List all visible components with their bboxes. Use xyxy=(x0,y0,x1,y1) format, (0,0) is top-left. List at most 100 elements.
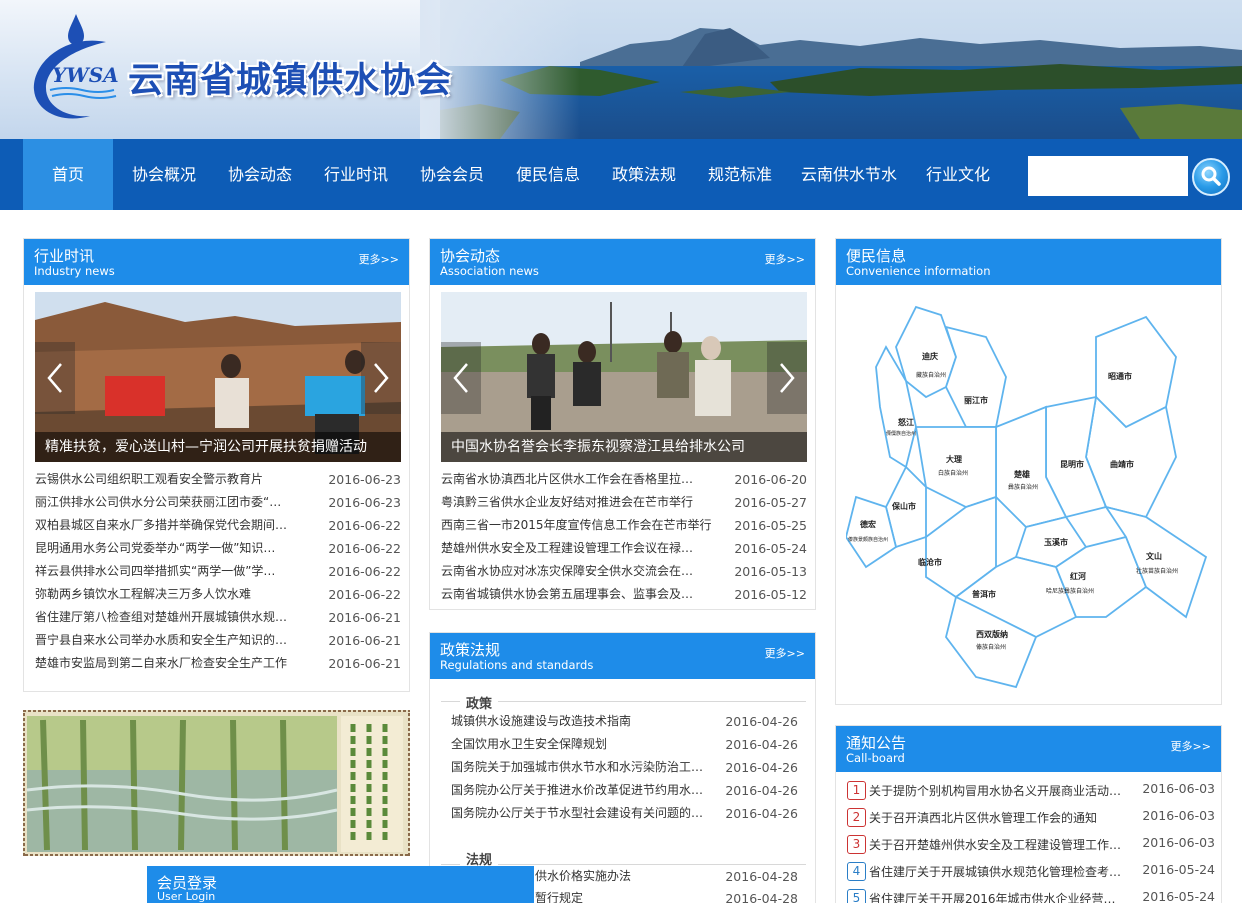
nav-association-news[interactable]: 协会动态 xyxy=(218,139,302,210)
list-item[interactable]: 3 关于召开楚雄州供水安全及工程建设管理工作… 2016-06-03 xyxy=(847,832,1215,859)
item-title: 昆明通用水务公司党委举办“两学一做”知识… xyxy=(35,541,276,555)
item-date: 2016-05-24 xyxy=(1142,862,1215,877)
list-item[interactable]: 昆明通用水务公司党委举办“两学一做”知识… 2016-06-22 xyxy=(35,537,401,560)
map-label: 文山 xyxy=(1146,551,1162,561)
item-title: 国务院办公厅关于推进水价改革促进节约用水… xyxy=(451,783,704,797)
nav-standards[interactable]: 规范标准 xyxy=(698,139,782,210)
list-item[interactable]: 弥勒两乡镇饮水工程解决三万多人饮水难 2016-06-22 xyxy=(35,583,401,606)
list-item[interactable]: 晋宁县自来水公司举办水质和安全生产知识的… 2016-06-21 xyxy=(35,629,401,652)
member-login-panel[interactable]: 会员登录 User Login xyxy=(147,866,534,903)
list-item[interactable]: 4 省住建厅关于开展城镇供水规范化管理检查考… 2016-05-24 xyxy=(847,859,1215,886)
item-date: 2016-06-20 xyxy=(734,472,807,487)
slide-next-button[interactable] xyxy=(767,342,807,414)
item-title: 全国饮用水卫生安全保障规划 xyxy=(451,737,608,751)
list-item[interactable]: 城镇供水设施建设与改造技术指南 2016-04-26 xyxy=(451,710,798,733)
slide-prev-button[interactable] xyxy=(441,342,481,414)
item-date: 2016-04-28 xyxy=(725,869,798,884)
culture-banner-image[interactable] xyxy=(23,710,410,856)
item-title: 楚雄州供水安全及工程建设管理工作会议在禄… xyxy=(441,541,694,555)
item-title: 供水价格实施办法 xyxy=(535,869,632,883)
map-label: 保山市 xyxy=(891,501,916,511)
list-item[interactable]: 1 关于提防个别机构冒用水协名义开展商业活动… 2016-06-03 xyxy=(847,778,1215,805)
search-input[interactable] xyxy=(1028,156,1188,196)
list-item[interactable]: 国务院办公厅关于节水型社会建设有关问题的… 2016-04-26 xyxy=(451,802,798,825)
nav-culture[interactable]: 行业文化 xyxy=(916,139,1000,210)
list-item[interactable]: 祥云县供排水公司四举措抓实“两学一做”学… 2016-06-22 xyxy=(35,560,401,583)
map-label: 玉溪市 xyxy=(1044,537,1068,547)
panel-subtitle: Convenience information xyxy=(846,264,991,278)
list-item[interactable]: 云南省水协滇西北片区供水工作会在香格里拉… 2016-06-20 xyxy=(441,468,807,491)
list-item[interactable]: 全国饮用水卫生安全保障规划 2016-04-26 xyxy=(451,733,798,756)
item-title: 西南三省一市2015年度宣传信息工作会在芒市举行 xyxy=(441,518,712,532)
nav-industry-news[interactable]: 行业时讯 xyxy=(314,139,398,210)
item-date: 2016-06-23 xyxy=(328,472,401,487)
more-link[interactable]: 更多>> xyxy=(359,251,399,267)
slide-caption[interactable]: 中国水协名誉会长李振东视察澄江县给排水公司 xyxy=(441,432,807,462)
search-button[interactable] xyxy=(1192,158,1230,196)
list-item[interactable]: 省住建厅第八检查组对楚雄州开展城镇供水规… 2016-06-21 xyxy=(35,606,401,629)
item-date: 2016-04-26 xyxy=(725,783,798,798)
chevron-left-icon xyxy=(453,363,468,393)
header-banner: YWSA 云南省城镇供水协会 xyxy=(0,0,1242,139)
list-item[interactable]: 云南省城镇供水协会第五届理事会、监事会及… 2016-05-12 xyxy=(441,583,807,606)
nav-policy[interactable]: 政策法规 xyxy=(602,139,686,210)
more-link[interactable]: 更多>> xyxy=(765,645,805,661)
map-label: 傣族景颇族自治州 xyxy=(848,536,888,543)
map-label: 迪庆 xyxy=(922,351,938,361)
panel-title: 通知公告 xyxy=(846,734,907,752)
map-label: 傣族自治州 xyxy=(976,643,1006,651)
list-item[interactable]: 2 关于召开滇西北片区供水管理工作会的通知 2016-06-03 xyxy=(847,805,1215,832)
item-number: 4 xyxy=(847,862,866,881)
list-item[interactable]: 云锡供水公司组织职工观看安全警示教育片 2016-06-23 xyxy=(35,468,401,491)
list-item[interactable]: 国务院关于加强城市供水节水和水污染防治工… 2016-04-26 xyxy=(451,756,798,779)
news-slideshow[interactable]: 中国水协名誉会长李振东视察澄江县给排水公司 xyxy=(441,292,807,462)
list-item[interactable]: 双柏县城区自来水厂多措并举确保党代会期间… 2016-06-22 xyxy=(35,514,401,537)
slide-next-button[interactable] xyxy=(361,342,401,414)
nav-members[interactable]: 协会会员 xyxy=(410,139,494,210)
item-title: 关于召开滇西北片区供水管理工作会的通知 xyxy=(869,811,1098,825)
main-nav: 首页 协会概况 协会动态 行业时讯 协会会员 便民信息 政策法规 规范标准 云南… xyxy=(0,139,1242,210)
item-title: 国务院办公厅关于节水型社会建设有关问题的… xyxy=(451,806,704,820)
map-label: 大理 xyxy=(946,454,962,464)
item-title: 云南省城镇供水协会第五届理事会、监事会及… xyxy=(441,587,694,601)
list-item[interactable]: 丽江供排水公司供水分公司荣获丽江团市委“… 2016-06-23 xyxy=(35,491,401,514)
more-link[interactable]: 更多>> xyxy=(765,251,805,267)
notice-panel: 通知公告 Call-board 更多>> 1 关于提防个别机构冒用水协名义开展商业… xyxy=(835,725,1222,903)
item-date: 2016-05-13 xyxy=(734,564,807,579)
nav-water-saving[interactable]: 云南供水节水 xyxy=(794,139,904,210)
chevron-right-icon xyxy=(374,363,389,393)
logo-text: YWSA xyxy=(52,63,119,87)
item-date: 2016-04-28 xyxy=(725,891,798,903)
panel-subtitle: Association news xyxy=(440,264,539,278)
list-item[interactable]: 云南省水协应对冰冻灾保障安全供水交流会在… 2016-05-13 xyxy=(441,560,807,583)
news-slideshow[interactable]: 精准扶贫，爱心送山村—宁润公司开展扶贫捐赠活动 xyxy=(35,292,401,462)
slide-prev-button[interactable] xyxy=(35,342,75,414)
panel-header: 协会动态 Association news 更多>> xyxy=(430,239,815,285)
map-label: 楚雄 xyxy=(1013,469,1030,479)
nav-convenience[interactable]: 便民信息 xyxy=(506,139,590,210)
panel-subtitle: Industry news xyxy=(34,264,115,278)
list-item[interactable]: 楚雄市安监局到第二自来水厂检查安全生产工作 2016-06-21 xyxy=(35,652,401,675)
nav-about[interactable]: 协会概况 xyxy=(122,139,206,210)
nav-home[interactable]: 首页 xyxy=(23,139,113,210)
item-date: 2016-06-21 xyxy=(328,656,401,671)
site-title: 云南省城镇供水协会 xyxy=(128,61,453,101)
panel-title: 协会动态 xyxy=(440,247,501,265)
item-date: 2016-04-26 xyxy=(725,806,798,821)
panel-header: 行业时讯 Industry news 更多>> xyxy=(24,239,409,285)
item-title: 云南省水协应对冰冻灾保障安全供水交流会在… xyxy=(441,564,694,578)
yunnan-map[interactable]: 迪庆 藏族自治州 丽江市 怒江 傈僳族自治州 大理 白族自治州 楚雄 彝族自治州… xyxy=(846,297,1216,697)
slide-caption[interactable]: 精准扶贫，爱心送山村—宁润公司开展扶贫捐赠活动 xyxy=(35,432,401,462)
item-title: 晋宁县自来水公司举办水质和安全生产知识的… xyxy=(35,633,288,647)
map-label: 德宏 xyxy=(860,519,876,529)
list-item[interactable]: 西南三省一市2015年度宣传信息工作会在芒市举行 2016-05-25 xyxy=(441,514,807,537)
item-date: 2016-06-21 xyxy=(328,633,401,648)
list-item[interactable]: 5 省住建厅关于开展2016年城市供水企业经营许… 2016-05-24 xyxy=(847,886,1215,903)
list-item[interactable]: 楚雄州供水安全及工程建设管理工作会议在禄… 2016-05-24 xyxy=(441,537,807,560)
map-label: 彝族自治州 xyxy=(1008,483,1038,491)
more-link[interactable]: 更多>> xyxy=(1171,738,1211,754)
item-date: 2016-05-12 xyxy=(734,587,807,602)
item-date: 2016-06-22 xyxy=(328,541,401,556)
list-item[interactable]: 国务院办公厅关于推进水价改革促进节约用水… 2016-04-26 xyxy=(451,779,798,802)
list-item[interactable]: 粤滇黔三省供水企业友好结对推进会在芒市举行 2016-05-27 xyxy=(441,491,807,514)
